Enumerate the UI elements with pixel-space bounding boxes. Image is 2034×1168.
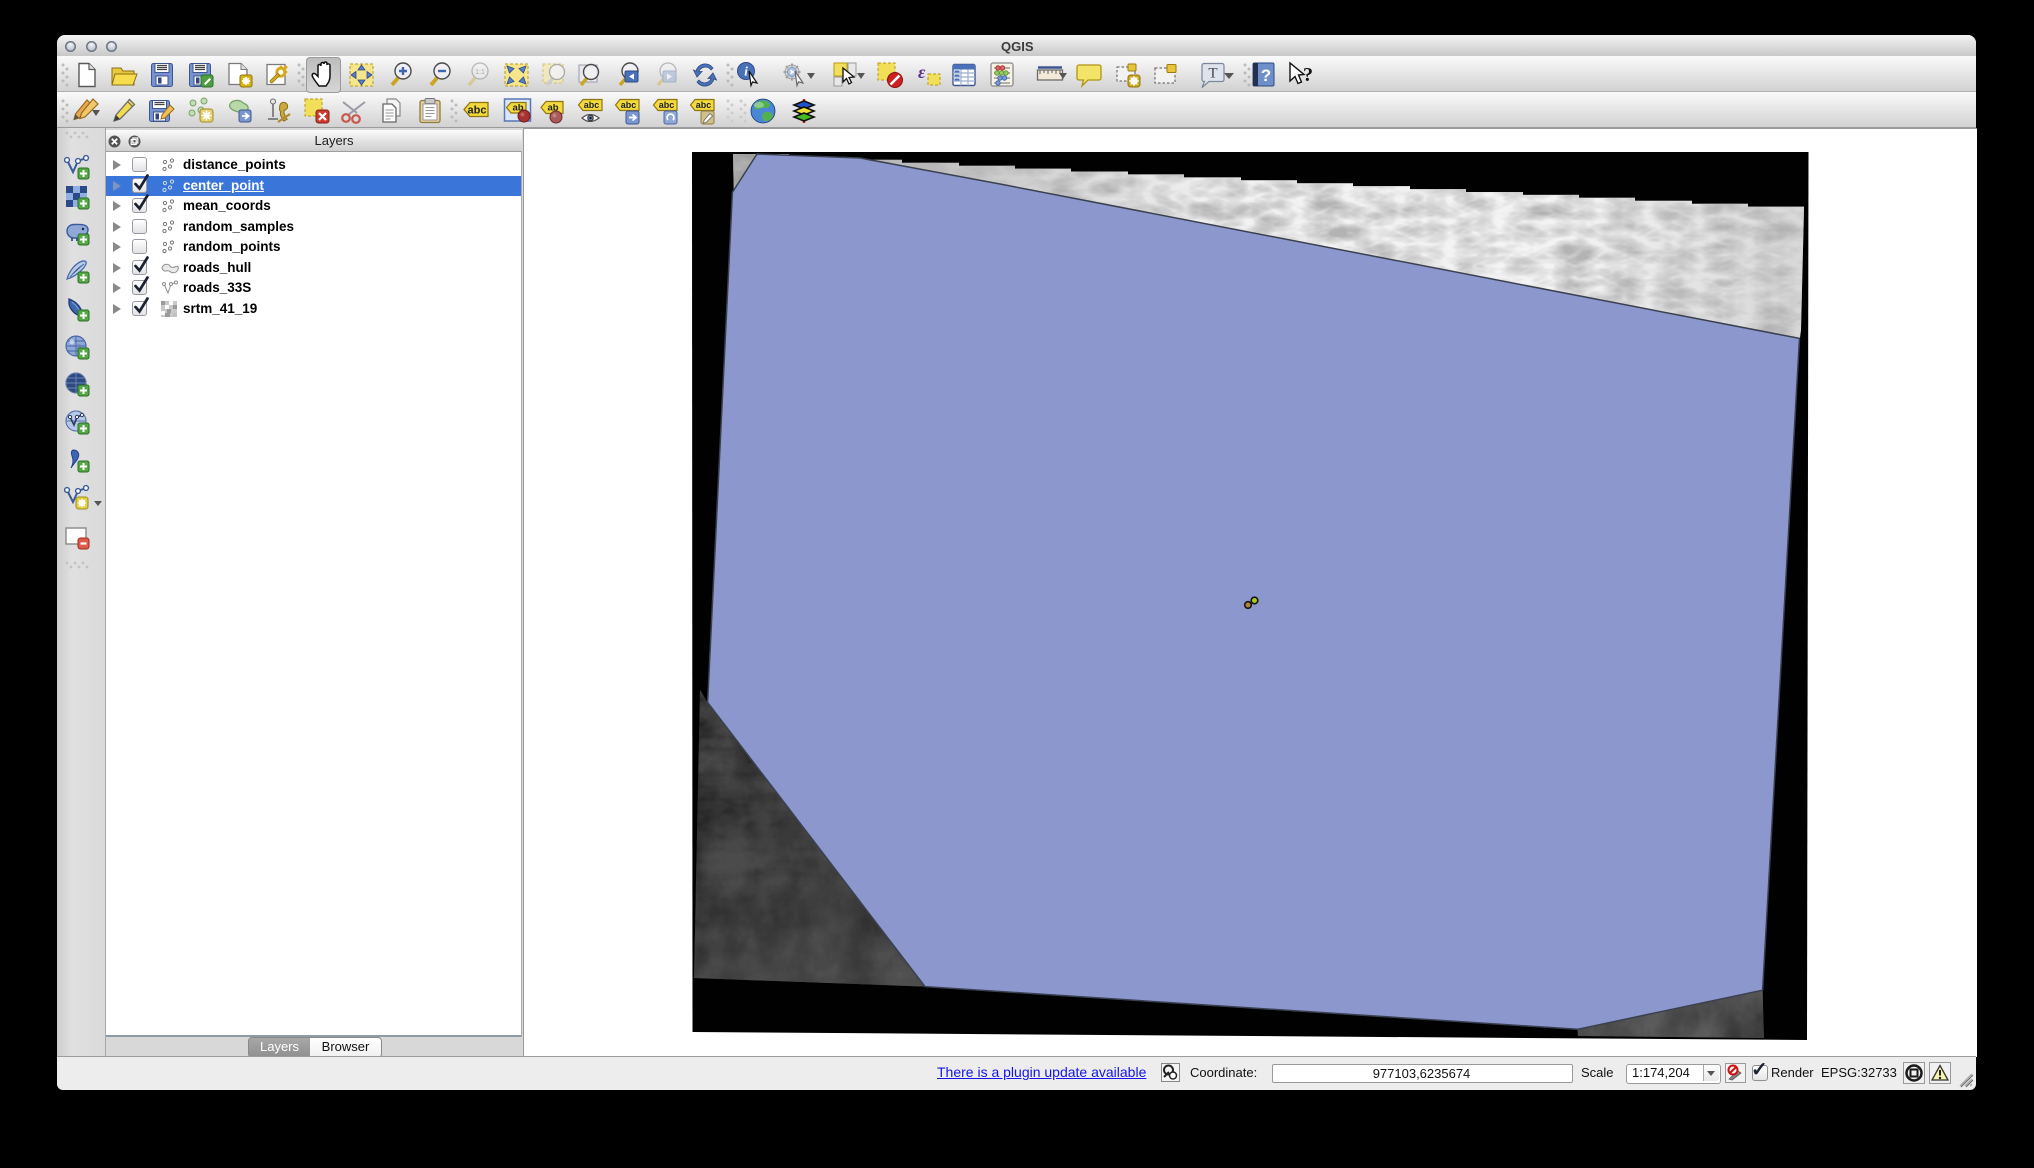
svg-text:i: i xyxy=(744,64,748,79)
svg-text:T: T xyxy=(1208,66,1217,82)
svg-text:?: ? xyxy=(1261,66,1271,85)
svg-text:1:1: 1:1 xyxy=(475,69,485,76)
svg-text:abc: abc xyxy=(696,100,712,110)
svg-text:abc: abc xyxy=(584,100,600,110)
svg-text:ε: ε xyxy=(918,62,926,82)
svg-text:?: ? xyxy=(1303,64,1313,86)
svg-text:abc: abc xyxy=(659,100,675,110)
svg-text:abc: abc xyxy=(468,105,487,117)
svg-text:abc: abc xyxy=(621,100,637,110)
